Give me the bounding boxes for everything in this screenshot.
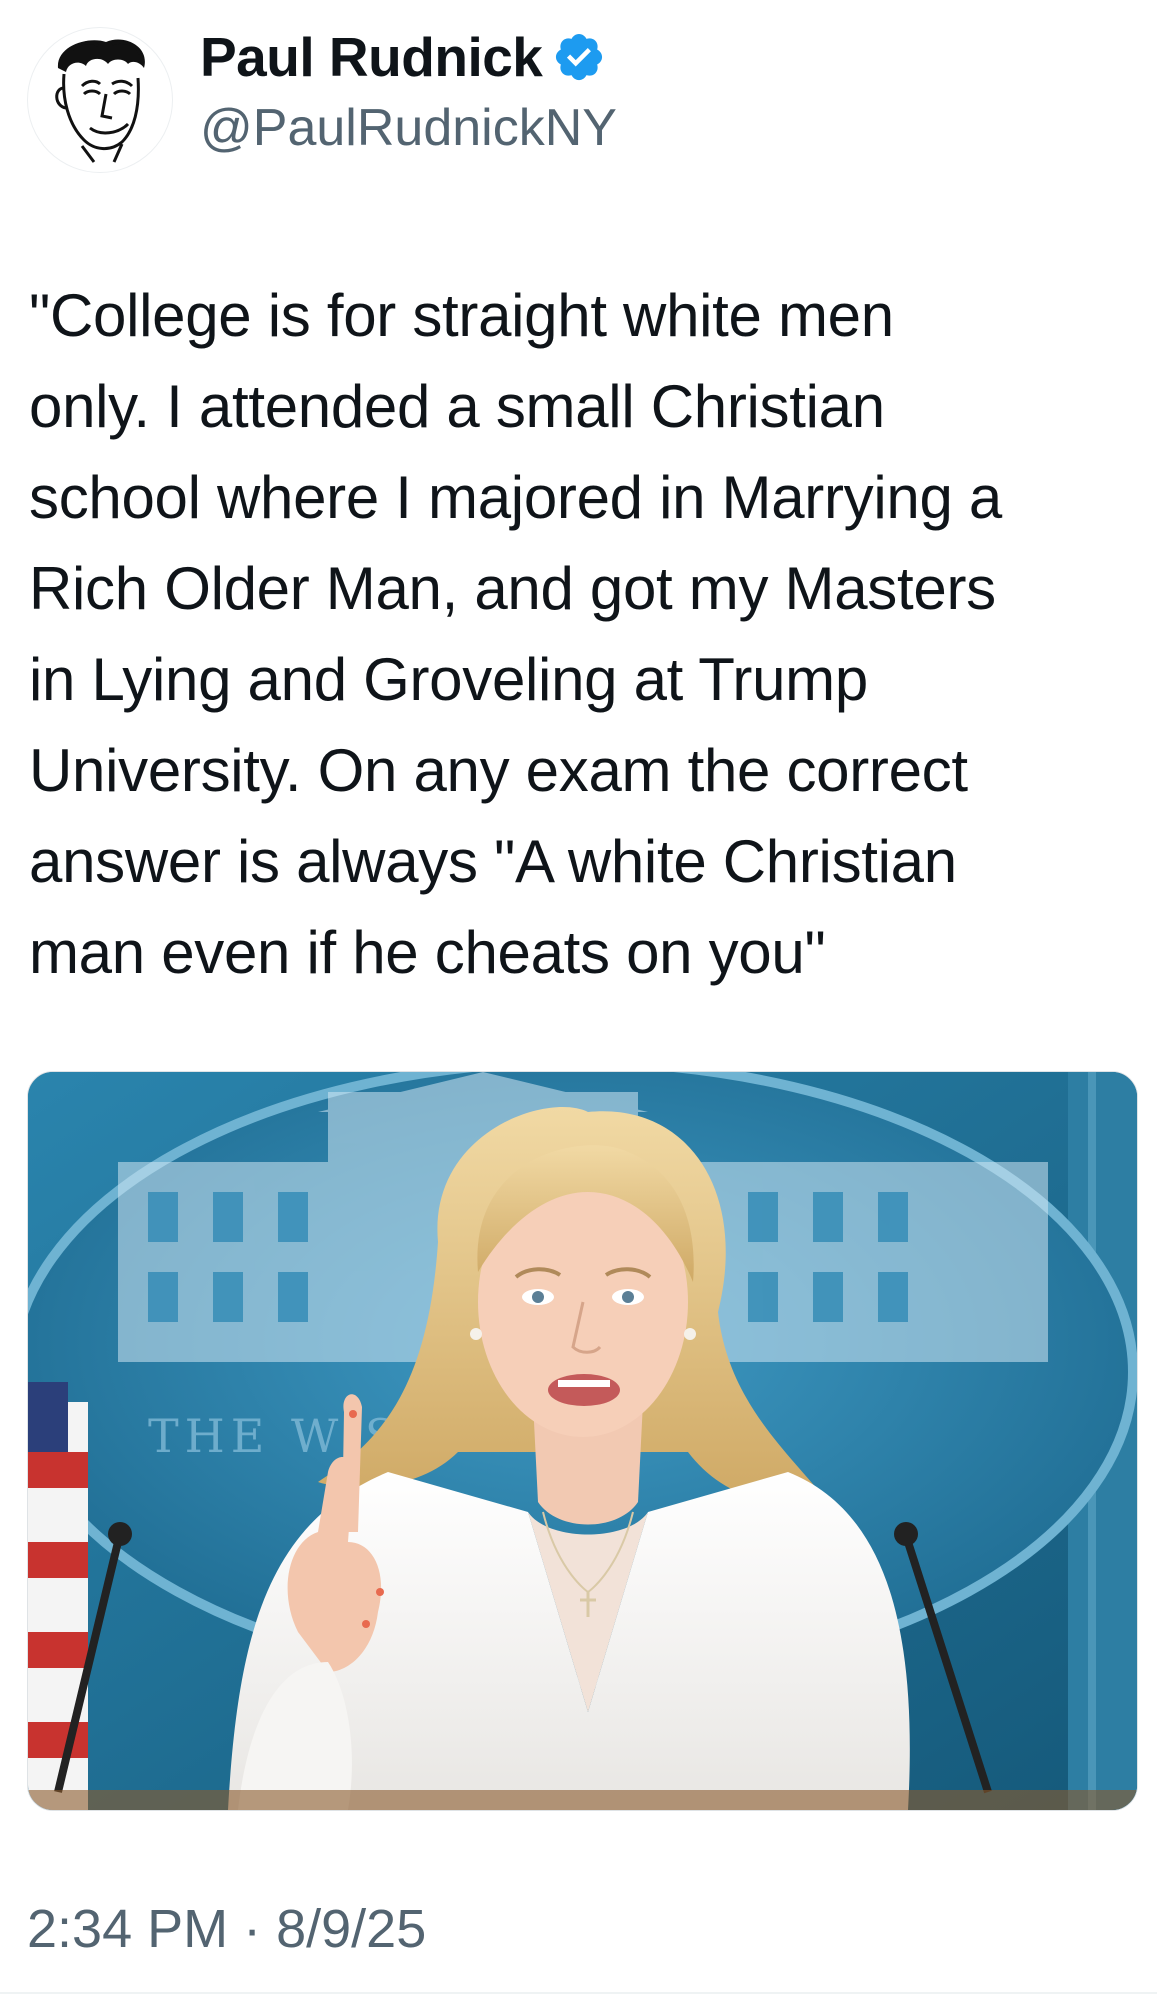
avatar[interactable] xyxy=(27,27,173,173)
tweet-text-line: Rich Older Man, and got my Masters xyxy=(29,555,996,622)
tweet-timestamp[interactable]: 2:34 PM · 8/9/25 xyxy=(27,1898,426,1960)
tweet-text: "College is for straight white men only.… xyxy=(29,270,1134,998)
tweet-text-line: man even if he cheats on you" xyxy=(29,919,826,986)
tweet-text-line: University. On any exam the correct xyxy=(29,737,968,804)
author-handle[interactable]: @PaulRudnickNY xyxy=(200,98,617,158)
tweet-text-line: only. I attended a small Christian xyxy=(29,373,885,440)
author-display-name[interactable]: Paul Rudnick xyxy=(200,25,543,89)
press-briefing-photo: THE W SE xyxy=(28,1072,1137,1810)
verified-badge-icon[interactable] xyxy=(552,30,606,84)
tweet-text-line: school where I majored in Marrying a xyxy=(29,464,1002,531)
tweet-text-line: "College is for straight white men xyxy=(29,282,894,349)
cartoon-portrait-icon xyxy=(55,39,145,163)
author-name-row[interactable]: Paul Rudnick xyxy=(200,22,606,92)
tweet-media-photo[interactable]: THE W SE xyxy=(27,1071,1138,1811)
tweet-text-line: in Lying and Groveling at Trump xyxy=(29,646,868,713)
tweet-text-line: answer is always "A white Christian xyxy=(29,828,957,895)
tweet-card: Paul Rudnick @PaulRudnickNY "College is … xyxy=(0,0,1157,1994)
